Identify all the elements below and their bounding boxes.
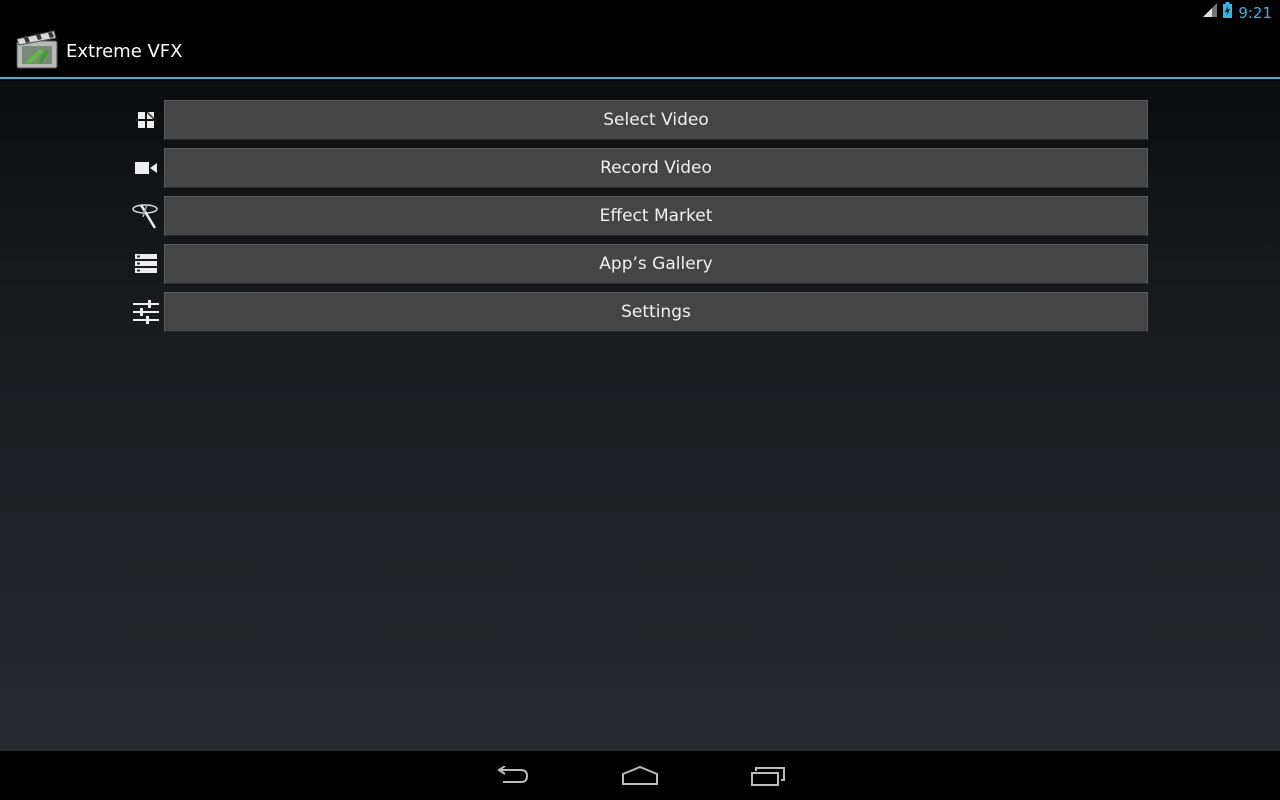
navigation-bar [0,751,1280,800]
app-title: Extreme VFX [66,40,183,62]
menu-row-settings: Settings [128,292,1148,332]
status-bar: 9:21 [0,0,1280,25]
effect-market-button[interactable]: Effect Market [164,196,1148,236]
video-camera-icon [128,148,164,188]
signal-icon [1203,3,1218,22]
action-bar: Extreme VFX [0,25,1280,79]
menu-row-record-video: Record Video [128,148,1148,188]
settings-button[interactable]: Settings [164,292,1148,332]
sliders-icon [128,292,164,332]
list-icon [128,244,164,284]
select-video-button[interactable]: Select Video [164,100,1148,140]
menu-row-select-video: Select Video [128,100,1148,140]
status-time: 9:21 [1238,3,1272,22]
grid-icon [128,100,164,140]
app-logo-clapperboard-icon[interactable] [16,29,58,74]
magic-wand-icon [128,196,164,236]
main-menu: Select Video Record Video Effect Market [128,100,1148,340]
back-icon[interactable] [488,756,536,796]
main-content: Select Video Record Video Effect Market [0,81,1280,751]
apps-gallery-button[interactable]: App’s Gallery [164,244,1148,284]
menu-row-effect-market: Effect Market [128,196,1148,236]
battery-charging-icon [1223,2,1233,23]
menu-row-apps-gallery: App’s Gallery [128,244,1148,284]
home-icon[interactable] [616,756,664,796]
record-video-button[interactable]: Record Video [164,148,1148,188]
recents-icon[interactable] [744,756,792,796]
